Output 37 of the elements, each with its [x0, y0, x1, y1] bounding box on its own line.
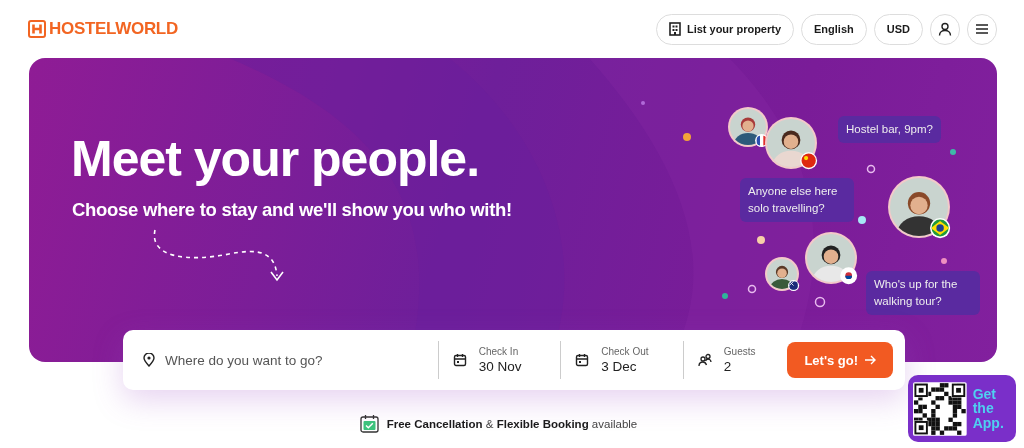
date-field[interactable]: Check In 30 Nov — [438, 340, 561, 380]
chat-bubble: Hostel bar, 9pm? — [838, 116, 941, 143]
logo-icon — [28, 20, 46, 38]
calendar-icon — [575, 353, 590, 367]
people-icon — [697, 353, 712, 367]
dot-icon — [756, 235, 766, 245]
hero-title: Meet your people. — [71, 130, 480, 188]
ring-icon — [747, 284, 757, 294]
ring-icon — [814, 296, 826, 308]
dot-icon — [640, 100, 646, 106]
dot-icon — [949, 148, 957, 156]
avatar-icon — [762, 114, 820, 172]
list-property-button[interactable]: List your property — [655, 13, 795, 45]
destination-field[interactable]: Where do you want to go? — [165, 352, 425, 368]
dot-icon — [682, 132, 692, 142]
cancellation-note: Free Cancellation & Flexible Booking available — [386, 417, 638, 430]
avatar-icon — [885, 173, 953, 241]
menu-icon — [975, 23, 989, 35]
ring-icon — [866, 164, 876, 174]
calendar-check-icon — [359, 414, 379, 433]
date-field[interactable]: Check Out 3 Dec — [561, 340, 683, 380]
dot-icon — [857, 215, 867, 225]
location-pin-icon — [143, 353, 155, 367]
user-icon — [938, 22, 952, 36]
avatar-icon — [725, 104, 771, 150]
qr-code-icon — [913, 380, 967, 437]
header-button[interactable]: English — [801, 13, 867, 45]
menu-button[interactable] — [967, 13, 997, 45]
dot-icon — [721, 292, 729, 300]
header-button[interactable]: USD — [873, 13, 923, 45]
account-button[interactable] — [930, 13, 960, 45]
hero-subtitle: Choose where to stay and we'll show you who with! — [72, 199, 512, 221]
guests-field[interactable]: Guests 2 — [683, 340, 788, 380]
calendar-icon — [452, 353, 467, 367]
building-icon — [668, 22, 681, 36]
arrow-right-icon — [864, 355, 877, 365]
dot-icon — [940, 257, 948, 265]
